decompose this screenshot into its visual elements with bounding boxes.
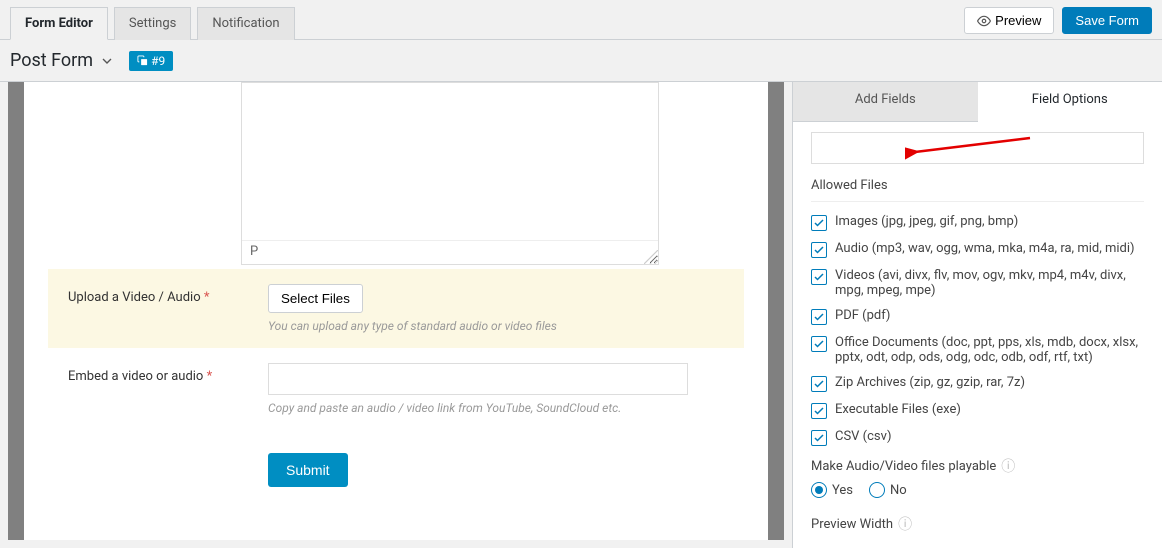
checkbox-icon[interactable] — [811, 242, 827, 258]
chk-label: PDF (pdf) — [835, 308, 890, 323]
help-icon[interactable]: ⓘ — [1001, 456, 1015, 476]
upload-help-text: You can upload any type of standard audi… — [268, 319, 724, 333]
preview-label: Preview — [995, 13, 1041, 28]
upload-field-label: Upload a Video / Audio * — [68, 284, 248, 333]
embed-field-row[interactable]: Embed a video or audio * Copy and paste … — [48, 348, 744, 430]
chk-label: CSV (csv) — [835, 429, 891, 444]
chk-exe[interactable]: Executable Files (exe) — [811, 402, 1144, 419]
embed-input[interactable] — [268, 363, 688, 395]
post-count-text: #9 — [151, 54, 165, 68]
tab-form-editor[interactable]: Form Editor — [10, 7, 108, 40]
tab-notification[interactable]: Notification — [197, 7, 294, 40]
tab-field-options[interactable]: Field Options — [978, 82, 1162, 122]
top-bar: Form Editor Settings Notification Previe… — [0, 0, 1162, 40]
form-editor: P Upload a Video / Audio * Select Files … — [0, 82, 792, 548]
checkbox-icon[interactable] — [811, 215, 827, 231]
main-tabs: Form Editor Settings Notification — [10, 7, 301, 39]
editor-status: P — [242, 240, 658, 264]
playable-radios: Yes No — [811, 482, 1144, 498]
chk-zip[interactable]: Zip Archives (zip, gz, gzip, rar, 7z) — [811, 375, 1144, 392]
upload-field-row[interactable]: Upload a Video / Audio * Select Files Yo… — [48, 269, 744, 348]
chk-label: Videos (avi, divx, flv, mov, ogv, mkv, m… — [835, 268, 1144, 298]
wysiwyg-editor[interactable]: P — [241, 82, 659, 265]
panel-body: Allowed Files Images (jpg, jpeg, gif, pn… — [793, 122, 1162, 548]
panel-tabs: Add Fields Field Options — [793, 82, 1162, 122]
checkbox-icon[interactable] — [811, 336, 827, 352]
preview-width-label: Preview Width ⓘ — [811, 514, 1144, 534]
radio-yes[interactable]: Yes — [811, 482, 853, 498]
tab-settings[interactable]: Settings — [114, 7, 191, 40]
chk-images[interactable]: Images (jpg, jpeg, gif, png, bmp) — [811, 214, 1144, 231]
resize-handle-icon[interactable] — [644, 250, 658, 264]
submit-row: Submit — [48, 430, 744, 502]
save-button[interactable]: Save Form — [1062, 7, 1152, 34]
copy-icon — [137, 55, 148, 66]
top-actions: Preview Save Form — [964, 7, 1152, 39]
checkbox-icon[interactable] — [811, 376, 827, 392]
main-wrap: P Upload a Video / Audio * Select Files … — [0, 82, 1162, 548]
checkbox-icon[interactable] — [811, 430, 827, 446]
chk-audio[interactable]: Audio (mp3, wav, ogg, wma, mka, m4a, ra,… — [811, 241, 1144, 258]
chk-pdf[interactable]: PDF (pdf) — [811, 308, 1144, 325]
submit-button[interactable]: Submit — [268, 453, 348, 487]
checkbox-icon[interactable] — [811, 269, 827, 285]
select-files-button[interactable]: Select Files — [268, 284, 363, 313]
post-count-badge[interactable]: #9 — [129, 51, 173, 71]
radio-icon[interactable] — [811, 482, 827, 498]
preview-frame: P Upload a Video / Audio * Select Files … — [8, 82, 784, 540]
checkbox-icon[interactable] — [811, 403, 827, 419]
eye-icon — [977, 14, 991, 28]
embed-field-label: Embed a video or audio * — [68, 363, 248, 415]
chk-office[interactable]: Office Documents (doc, ppt, pps, xls, md… — [811, 335, 1144, 365]
chk-label: Audio (mp3, wav, ogg, wma, mka, m4a, ra,… — [835, 241, 1135, 256]
chk-label: Office Documents (doc, ppt, pps, xls, md… — [835, 335, 1144, 365]
chk-label: Zip Archives (zip, gz, gzip, rar, 7z) — [835, 375, 1025, 390]
checkbox-icon[interactable] — [811, 309, 827, 325]
radio-icon[interactable] — [869, 482, 885, 498]
right-panel: Add Fields Field Options Allowed Files I… — [792, 82, 1162, 548]
allowed-files-list: Images (jpg, jpeg, gif, png, bmp) Audio … — [811, 214, 1144, 446]
chk-csv[interactable]: CSV (csv) — [811, 429, 1144, 446]
option-text-input[interactable] — [811, 132, 1144, 164]
chk-label: Executable Files (exe) — [835, 402, 961, 417]
upload-field-body: Select Files You can upload any type of … — [268, 284, 724, 333]
allowed-files-label: Allowed Files — [811, 178, 1144, 202]
radio-label: No — [890, 483, 907, 498]
embed-help-text: Copy and paste an audio / video link fro… — [268, 401, 724, 415]
tab-add-fields[interactable]: Add Fields — [793, 82, 978, 122]
form-title-text: Post Form — [10, 50, 93, 71]
form-title[interactable]: Post Form — [10, 50, 115, 71]
preview-button[interactable]: Preview — [964, 7, 1054, 34]
chk-videos[interactable]: Videos (avi, divx, flv, mov, ogv, mkv, m… — [811, 268, 1144, 298]
help-icon[interactable]: ⓘ — [898, 514, 912, 534]
playable-label: Make Audio/Video files playable ⓘ — [811, 456, 1144, 476]
chk-label: Images (jpg, jpeg, gif, png, bmp) — [835, 214, 1018, 229]
radio-no[interactable]: No — [869, 482, 907, 498]
sub-bar: Post Form #9 — [0, 40, 1162, 82]
embed-field-body: Copy and paste an audio / video link fro… — [268, 363, 724, 415]
chevron-down-icon — [99, 53, 115, 69]
radio-label: Yes — [832, 483, 853, 498]
